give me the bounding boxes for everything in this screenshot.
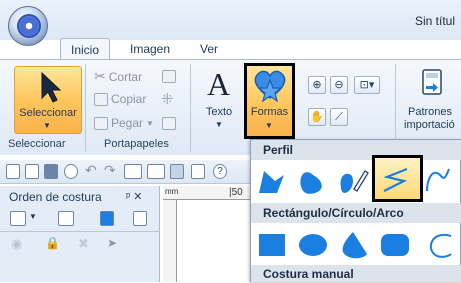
design-canvas[interactable]	[178, 201, 250, 282]
tab-ver[interactable]: Ver	[200, 38, 218, 60]
polygon-outline-shape-icon[interactable]	[257, 167, 287, 195]
save-icon[interactable]	[44, 164, 58, 179]
arc-shape-icon[interactable]	[423, 232, 453, 258]
perfil-shapes-row	[251, 161, 461, 201]
import-patterns-label-2: importació	[404, 119, 455, 131]
curve-line-shape-icon[interactable]	[421, 165, 453, 195]
open-file-icon[interactable]	[25, 164, 39, 179]
chevron-down-icon: ▼	[265, 121, 273, 130]
window-title: Sin títul	[415, 14, 456, 28]
paste-button[interactable]: Pegar ▼	[94, 116, 154, 130]
section-perfil: Perfil	[251, 140, 461, 160]
chevron-down-icon[interactable]: ▼	[29, 212, 37, 221]
rectangle-shape-icon[interactable]	[257, 232, 287, 258]
horizontal-ruler: mm |50	[163, 186, 253, 200]
cut-button[interactable]: ✂ Cortar	[94, 68, 142, 85]
copy-image-icon[interactable]	[162, 70, 176, 83]
clipboard-icon	[94, 116, 108, 130]
pan-hand-icon[interactable]: ✋	[308, 108, 326, 126]
zoom-out-icon[interactable]: ⊖	[330, 76, 348, 94]
lock-icon[interactable]: 🔒	[45, 236, 60, 250]
freehand-pen-shape-icon[interactable]	[337, 165, 369, 195]
paste-label: Pegar	[111, 116, 144, 130]
texto-label: Texto	[205, 106, 233, 118]
color-icon[interactable]	[100, 211, 114, 226]
title-bar	[0, 0, 461, 40]
seleccionar-button[interactable]: Seleccionar ▼	[14, 66, 82, 134]
tab-inicio[interactable]: Inicio	[60, 38, 111, 60]
copy-icon	[94, 92, 108, 106]
formas-button[interactable]: Formas ▼	[244, 63, 295, 139]
grid-icon[interactable]: ⁜	[161, 90, 174, 108]
fullscreen-icon[interactable]	[147, 164, 165, 179]
dropdown-arrow-icon: ▼	[43, 121, 51, 130]
panel-pin-close-icon[interactable]: ᵖ ✕	[126, 190, 142, 203]
copy-label: Copiar	[111, 92, 147, 106]
chevron-down-icon: ▼	[146, 118, 154, 128]
tab-imagen[interactable]: Imagen	[130, 38, 170, 60]
ribbon-tabs: Inicio Imagen Ver	[0, 38, 461, 60]
group-separator	[190, 64, 191, 152]
chevron-down-icon: ▼	[215, 120, 223, 129]
vertical-ruler	[163, 200, 177, 282]
trash-icon[interactable]	[162, 117, 176, 130]
fan-sector-shape-icon[interactable]	[339, 230, 369, 260]
app-logo-icon	[19, 16, 39, 36]
section-rectangulo-circulo-arco: Rectángulo/Círculo/Arco	[251, 203, 461, 223]
document-icon[interactable]	[170, 164, 184, 179]
eye-icon[interactable]: ◉	[11, 236, 22, 252]
ellipse-shape-icon[interactable]	[297, 232, 329, 258]
cut-label: Cortar	[108, 69, 143, 84]
ruler-tick-label: |50	[229, 187, 243, 198]
help-icon[interactable]: ?	[213, 164, 227, 179]
zigzag-line-shape-icon[interactable]	[379, 165, 411, 195]
section-costura-manual: Costura manual	[251, 265, 461, 282]
group-label-portapapeles: Portapapeles	[104, 138, 169, 150]
import-pattern-icon	[422, 69, 442, 95]
rect-circle-arc-shapes-row	[251, 224, 461, 264]
measure-icon[interactable]: ⟋	[330, 108, 348, 126]
view-mode-icon[interactable]	[10, 211, 26, 226]
texto-button[interactable]: A Texto ▼	[197, 64, 241, 136]
cursor-arrow-icon	[41, 71, 62, 103]
import-patterns-label-1: Patrones	[408, 106, 453, 118]
application-menu-button[interactable]	[8, 6, 48, 46]
redo-icon[interactable]: ↷	[104, 162, 116, 179]
group-separator	[85, 64, 86, 152]
import-patterns-button[interactable]: Patrones importació	[400, 64, 461, 136]
rounded-rectangle-shape-icon[interactable]	[379, 232, 411, 258]
group-label-seleccionar: Seleccionar	[8, 138, 66, 150]
pointer-icon[interactable]: ➤	[107, 236, 117, 250]
frame-icon[interactable]	[133, 211, 147, 226]
curve-outline-shape-icon[interactable]	[297, 167, 327, 195]
letter-a-icon: A	[207, 66, 231, 102]
copy-button[interactable]: Copiar	[94, 92, 146, 106]
ruler-mm-label: mm	[165, 187, 179, 196]
zoom-fit-icon[interactable]: ⊡▾	[354, 76, 380, 94]
seleccionar-label: Seleccionar	[19, 107, 77, 119]
new-file-icon[interactable]	[6, 164, 20, 179]
layout-icon[interactable]	[124, 164, 142, 179]
scissors-icon: ✂	[94, 68, 106, 84]
sort-icon[interactable]	[58, 211, 74, 226]
formas-label: Formas	[250, 106, 289, 118]
panel-title: Orden de costura	[9, 190, 102, 204]
heart-star-shapes-icon	[254, 70, 286, 103]
zoom-in-icon[interactable]: ⊕	[308, 76, 326, 94]
undo-icon[interactable]: ↶	[85, 162, 97, 179]
view-icon[interactable]	[191, 164, 205, 179]
panel-divider	[0, 231, 160, 232]
delete-icon[interactable]: ✖	[78, 236, 89, 252]
preview-icon[interactable]	[64, 164, 78, 179]
